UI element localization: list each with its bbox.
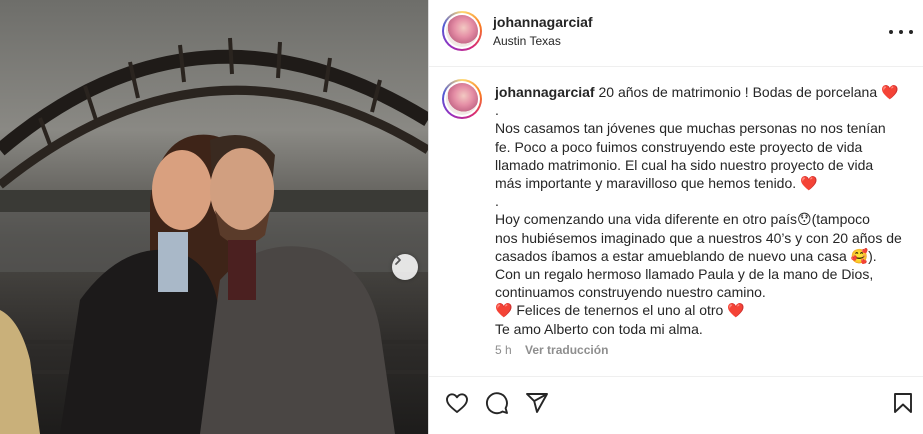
action-bar [429, 377, 923, 434]
caption-text: johannagarciaf 20 años de matrimonio ! B… [495, 83, 905, 338]
post-image [0, 37, 428, 434]
post-location[interactable]: Austin Texas [493, 34, 561, 48]
caption-line: fe. Poco a poco fuimos construyendo este… [495, 138, 863, 155]
next-photo-button[interactable] [392, 254, 418, 280]
caption-line: Hoy comenzando una vida diferente en otr… [495, 211, 870, 228]
see-translation-button[interactable]: Ver traducción [525, 343, 608, 357]
caption-username[interactable]: johannagarciaf [495, 84, 595, 100]
caption-line: . [495, 102, 499, 119]
chevron-right-icon [395, 255, 401, 265]
caption-line: llamado matrimonio. El cual ha sido nues… [495, 156, 874, 173]
caption-line: continuamos construyendo nuestro camino. [495, 284, 766, 301]
caption-line: casados íbamos a estar amueblando de nue… [495, 247, 877, 264]
heart-icon[interactable] [445, 391, 469, 415]
post-username[interactable]: johannagarciaf [493, 14, 593, 30]
post-header: johannagarciaf Austin Texas [429, 0, 923, 67]
caption-line: Nos casamos tan jóvenes que muchas perso… [495, 120, 886, 137]
post-photo[interactable] [0, 0, 428, 434]
post-timestamp[interactable]: 5 h [495, 343, 512, 357]
share-icon[interactable] [525, 391, 549, 415]
caption-line: 20 años de matrimonio ! Bodas de porcela… [598, 84, 899, 100]
caption-meta: 5 h Ver traducción [495, 343, 608, 357]
caption-line: . [495, 193, 499, 210]
avatar[interactable] [442, 11, 482, 51]
caption-section: johannagarciaf 20 años de matrimonio ! B… [429, 67, 923, 376]
caption-avatar[interactable] [442, 79, 482, 119]
caption-line: nos hubiésemos imaginado que a nuestros … [495, 229, 902, 246]
caption-line: más importante y maravilloso que hemos t… [495, 175, 818, 192]
caption-line: Con un regalo hermoso llamado Paula y de… [495, 266, 874, 283]
comment-icon[interactable] [485, 391, 509, 415]
caption-line: ❤️ Felices de tenernos el uno al otro ❤️ [495, 302, 745, 319]
more-icon[interactable] [889, 22, 913, 42]
bookmark-icon[interactable] [891, 391, 915, 415]
caption-line: Te amo Alberto con toda mi alma. [495, 320, 703, 337]
